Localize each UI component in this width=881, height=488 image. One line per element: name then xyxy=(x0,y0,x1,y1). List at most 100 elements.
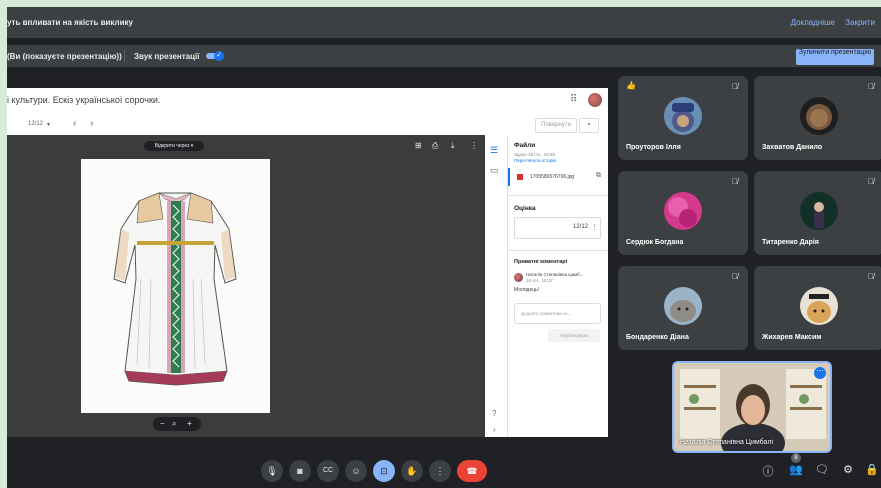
participant-tile[interactable]: 🎙̸ Сердюк Богдана xyxy=(618,171,748,255)
participant-name: Проуторов Ілля xyxy=(626,144,681,151)
thumbs-up-icon: 👍 xyxy=(626,81,636,90)
open-external-icon[interactable]: ⧉ xyxy=(596,172,601,180)
zoom-out-button[interactable]: − xyxy=(160,417,165,431)
self-view-video xyxy=(674,363,830,451)
more-options-button[interactable]: ⋮ xyxy=(429,460,451,482)
presenting-bar: (Ви (показуєте презентацію)) Звук презен… xyxy=(7,45,881,67)
participant-tile[interactable]: 🎙̸ Захватов Данило xyxy=(754,76,881,160)
participant-tile[interactable]: 🎙̸ Жихарев Максим xyxy=(754,266,881,350)
present-button[interactable]: ⊡ xyxy=(373,460,395,482)
divider xyxy=(508,250,608,251)
grade-heading: Оцінка xyxy=(514,205,536,212)
mic-off-icon: 🎙̸ xyxy=(868,177,874,186)
stop-presenting-button[interactable]: Зупинити презентацію xyxy=(796,49,874,65)
self-name: Наталія Степанівна Цимбалі xyxy=(680,439,773,446)
file-viewer: Відкрити через ▾ ⊞ ⎙ ⤓ ⋮ − ⌕ + xyxy=(7,135,485,437)
avatar xyxy=(800,287,838,325)
self-view-tile[interactable]: ⋯ Наталія Степанівна Цимбалі xyxy=(672,361,832,453)
people-count-badge: 8 xyxy=(791,453,801,463)
more-vert-icon[interactable]: ⋮ xyxy=(591,223,598,231)
zoom-controls: − ⌕ + xyxy=(153,417,201,431)
submitted-meta: Здано 18 січ., 16:55 xyxy=(514,152,555,157)
attached-file[interactable]: 1705586576706.jpg ⧉ xyxy=(508,168,608,186)
host-controls-icon[interactable]: 🔒 xyxy=(864,463,880,476)
mic-button[interactable]: 🎙 xyxy=(261,460,283,482)
presentation-audio-toggle[interactable]: ✓ xyxy=(206,51,224,61)
view-history-link[interactable]: Переглянути історію xyxy=(514,158,557,163)
mic-off-icon: 🎙̸ xyxy=(732,272,738,281)
zoom-icon: ⌕ xyxy=(172,419,177,428)
grading-side-panel: ☰ ▭ ? › Файли Здано 18 січ., 16:55 Перег… xyxy=(485,135,608,437)
mic-off-icon: 🎙̸ xyxy=(868,82,874,91)
divider xyxy=(124,50,125,62)
participant-name: Сердюк Богдана xyxy=(626,239,684,246)
avatar xyxy=(800,97,838,135)
download-icon[interactable]: ⤓ xyxy=(451,141,455,151)
notice-text: уть впливати на якість виклику xyxy=(7,18,133,27)
return-button[interactable]: Повернути xyxy=(535,118,577,133)
close-notice-button[interactable]: Закрити xyxy=(845,18,875,27)
apps-grid-icon[interactable]: ⠿ xyxy=(570,94,577,105)
activities-icon[interactable]: ⚙ xyxy=(840,463,856,476)
next-student-button[interactable]: › xyxy=(90,118,93,129)
avatar[interactable] xyxy=(588,93,602,107)
zoom-in-button[interactable]: + xyxy=(187,417,192,431)
chat-icon[interactable]: 🗨 xyxy=(814,463,830,476)
file-name: 1705586576706.jpg xyxy=(530,174,575,180)
presenting-status: (Ви (показуєте презентацію)) xyxy=(7,52,122,61)
embroidered-shirt-sketch xyxy=(81,159,270,413)
print-icon[interactable]: ⎙ xyxy=(432,141,438,151)
help-icon[interactable]: ? xyxy=(492,409,496,418)
return-dropdown-button[interactable]: ▾ xyxy=(579,118,599,133)
assignment-title: і культури. Ескіз української сорочки. xyxy=(7,95,161,105)
files-tab-icon[interactable]: ☰ xyxy=(490,145,498,156)
presentation-audio-label: Звук презентації xyxy=(134,52,200,61)
chevron-down-icon[interactable]: ▾ xyxy=(47,121,50,128)
participant-name: Захватов Данило xyxy=(762,144,823,151)
participant-tile[interactable]: 🎙̸ Титаренко Дарія xyxy=(754,171,881,255)
info-icon[interactable]: ⓘ xyxy=(760,463,776,479)
mic-off-icon: 🎙̸ xyxy=(732,82,738,91)
image-file-icon xyxy=(517,174,523,180)
grade-value: 12/12 xyxy=(572,224,588,230)
grade-input[interactable]: 12/12 ⋮ xyxy=(514,217,601,239)
student-page-counter: 12/12 xyxy=(28,121,44,127)
raise-hand-button[interactable]: ✋ xyxy=(401,460,423,482)
mic-off-icon: 🎙̸ xyxy=(868,272,874,281)
chevron-right-icon[interactable]: › xyxy=(493,425,496,434)
participant-tile[interactable]: 🎙̸ Бондаренко Діана xyxy=(618,266,748,350)
leave-call-button[interactable]: ☎ xyxy=(457,460,487,482)
avatar xyxy=(664,192,702,230)
rubric-tab-icon[interactable]: ▭ xyxy=(490,165,499,176)
comment-author: Наталія Степанівна Цимб... xyxy=(526,272,584,277)
divider xyxy=(508,195,608,196)
captions-button[interactable]: CC xyxy=(317,460,339,482)
private-comment-input[interactable]: Додайте приватний ко... xyxy=(514,303,601,324)
participant-tile[interactable]: 👍 🎙̸ Проуторов Ілля xyxy=(618,76,748,160)
mic-off-icon: 🎙̸ xyxy=(732,177,738,186)
avatar xyxy=(664,287,702,325)
side-panel-tabs: ☰ ▭ ? › xyxy=(485,135,508,437)
participant-name: Титаренко Дарія xyxy=(762,239,819,246)
comment-icon[interactable]: ⊞ xyxy=(415,141,422,150)
private-comments-heading: Приватні коментарі xyxy=(514,259,568,265)
participant-name: Бондаренко Діана xyxy=(626,334,689,341)
learn-more-link[interactable]: Докладніше xyxy=(791,18,835,27)
comment-placeholder: Додайте приватний ко... xyxy=(521,311,572,316)
open-with-button[interactable]: Відкрити через ▾ xyxy=(144,141,204,151)
comment-time: 18 січ., 18:17 xyxy=(526,278,553,283)
comment-text: Молодець! xyxy=(514,287,540,293)
shared-screen: і культури. Ескіз української сорочки. ⠿… xyxy=(7,88,608,437)
emoji-button[interactable]: ☺ xyxy=(345,460,367,482)
more-options-icon[interactable]: ⋯ xyxy=(814,367,826,379)
avatar xyxy=(800,192,838,230)
previous-student-button[interactable]: ‹ xyxy=(73,118,76,129)
participant-name: Жихарев Максим xyxy=(762,334,822,341)
notice-bar: уть впливати на якість виклику Докладніш… xyxy=(7,7,881,38)
more-vert-icon[interactable]: ⋮ xyxy=(470,141,478,150)
people-icon[interactable]: 👥 xyxy=(788,463,804,476)
avatar xyxy=(514,273,523,282)
camera-button[interactable]: ◙ xyxy=(289,460,311,482)
post-comment-button[interactable]: Опублікувати xyxy=(548,329,600,342)
side-panel-content: Файли Здано 18 січ., 16:55 Переглянути і… xyxy=(508,135,608,437)
